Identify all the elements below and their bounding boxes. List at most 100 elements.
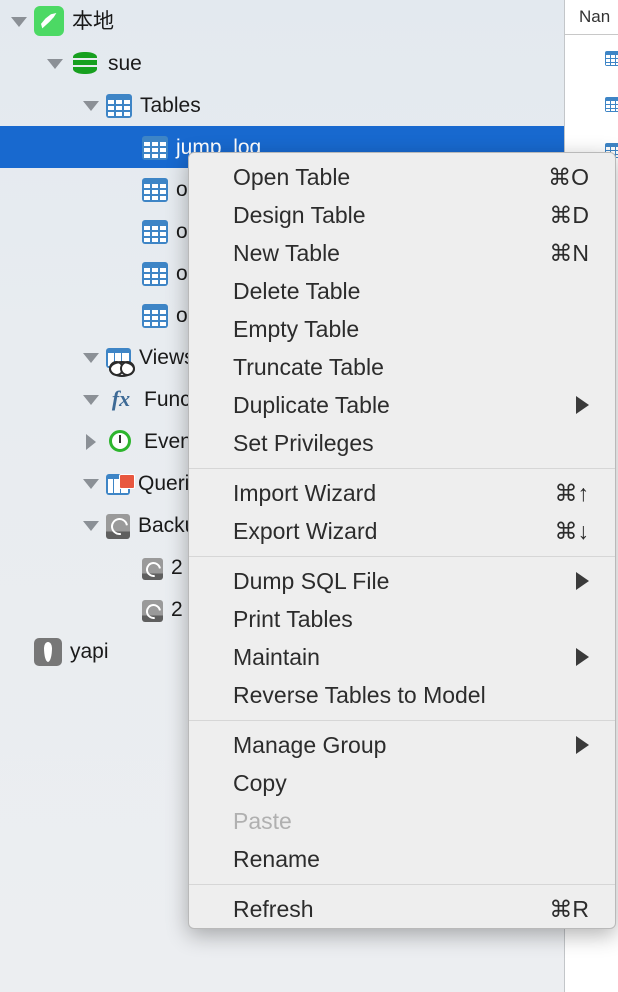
disclosure-triangle-open-icon[interactable] — [80, 94, 102, 116]
menu-item-label: Rename — [233, 840, 593, 878]
disclosure-spacer — [116, 178, 138, 200]
glasses-lens-icon — [109, 361, 124, 376]
menu-item-export-wizard[interactable]: Export Wizard⌘↓ — [189, 512, 615, 550]
disclosure-spacer — [116, 262, 138, 284]
table-icon — [142, 262, 168, 286]
backups-icon — [106, 514, 130, 539]
queries-icon — [106, 474, 130, 495]
menu-item-shortcut: ⌘D — [549, 196, 593, 234]
disclosure-triangle-closed-icon[interactable] — [80, 430, 102, 452]
menu-item-refresh[interactable]: Refresh⌘R — [189, 890, 615, 928]
sidebar-item-label: 2 — [171, 557, 183, 578]
menu-item-shortcut: ⌘↓ — [555, 512, 594, 550]
menu-item-label: Empty Table — [233, 310, 593, 348]
submenu-arrow-icon — [576, 736, 589, 754]
menu-item-label: Copy — [233, 764, 593, 802]
menu-item-label: Manage Group — [233, 726, 576, 764]
sidebar-item-label: o — [176, 305, 188, 326]
disclosure-spacer — [116, 304, 138, 326]
sidebar-item-label: sue — [108, 53, 142, 74]
menu-item-truncate-table[interactable]: Truncate Table — [189, 348, 615, 386]
table-row[interactable] — [565, 81, 618, 127]
disclosure-spacer — [116, 136, 138, 158]
submenu-arrow-icon — [576, 648, 589, 666]
sidebar-item-local-connection[interactable]: 本地 — [0, 0, 564, 42]
menu-item-empty-table[interactable]: Empty Table — [189, 310, 615, 348]
backup-item-icon — [142, 600, 163, 622]
menu-item-rename[interactable]: Rename — [189, 840, 615, 878]
menu-item-label: Design Table — [233, 196, 549, 234]
menu-item-new-table[interactable]: New Table⌘N — [189, 234, 615, 272]
menu-separator — [189, 468, 615, 469]
menu-item-design-table[interactable]: Design Table⌘D — [189, 196, 615, 234]
menu-item-label: Import Wizard — [233, 474, 555, 512]
column-header-name[interactable]: Nan — [565, 0, 618, 35]
menu-item-label: Open Table — [233, 158, 548, 196]
events-clock-icon — [106, 426, 136, 456]
menu-item-label: Refresh — [233, 890, 549, 928]
menu-item-paste: Paste — [189, 802, 615, 840]
sidebar-item-label: o — [176, 179, 188, 200]
functions-fx-icon: fx — [106, 384, 136, 414]
sidebar-item-label: o — [176, 263, 188, 284]
disclosure-triangle-open-icon[interactable] — [80, 346, 102, 368]
menu-item-shortcut: ⌘O — [548, 158, 593, 196]
disclosure-triangle-open-icon[interactable] — [80, 514, 102, 536]
backup-item-icon — [142, 558, 163, 580]
menu-item-label: Dump SQL File — [233, 562, 576, 600]
menu-item-set-privileges[interactable]: Set Privileges — [189, 424, 615, 462]
menu-item-print-tables[interactable]: Print Tables — [189, 600, 615, 638]
table-icon — [142, 178, 168, 202]
menu-item-label: New Table — [233, 234, 549, 272]
sidebar-item-label: yapi — [70, 641, 109, 662]
menu-item-shortcut: ⌘↑ — [555, 474, 594, 512]
menu-separator — [189, 720, 615, 721]
views-icon — [106, 348, 131, 368]
menu-item-reverse-tables-to-model[interactable]: Reverse Tables to Model — [189, 676, 615, 714]
table-icon — [142, 220, 168, 244]
tables-folder-icon — [106, 94, 132, 118]
disclosure-spacer — [116, 220, 138, 242]
menu-item-copy[interactable]: Copy — [189, 764, 615, 802]
menu-item-label: Duplicate Table — [233, 386, 576, 424]
menu-item-import-wizard[interactable]: Import Wizard⌘↑ — [189, 474, 615, 512]
menu-item-shortcut: ⌘R — [549, 890, 593, 928]
sidebar-item-label: Tables — [140, 95, 201, 116]
menu-item-label: Print Tables — [233, 600, 593, 638]
disclosure-triangle-open-icon[interactable] — [80, 472, 102, 494]
menu-item-duplicate-table[interactable]: Duplicate Table — [189, 386, 615, 424]
table-icon — [142, 304, 168, 328]
disclosure-spacer — [116, 598, 138, 620]
menu-item-maintain[interactable]: Maintain — [189, 638, 615, 676]
table-row[interactable] — [565, 35, 618, 81]
sidebar-item-label: 本地 — [72, 11, 114, 32]
submenu-arrow-icon — [576, 396, 589, 414]
menu-item-label: Delete Table — [233, 272, 593, 310]
sidebar-item-label: 2 — [171, 599, 183, 620]
sidebar-item-database-sue[interactable]: sue — [0, 42, 564, 84]
sidebar-item-tables[interactable]: Tables — [0, 84, 564, 126]
table-icon — [142, 136, 168, 160]
submenu-arrow-icon — [576, 572, 589, 590]
menu-item-delete-table[interactable]: Delete Table — [189, 272, 615, 310]
disclosure-spacer — [8, 640, 30, 662]
menu-separator — [189, 884, 615, 885]
table-context-menu: Open Table⌘ODesign Table⌘DNew Table⌘NDel… — [188, 152, 616, 929]
menu-item-manage-group[interactable]: Manage Group — [189, 726, 615, 764]
table-icon — [605, 51, 618, 66]
mongodb-connection-icon — [34, 638, 62, 666]
menu-item-label: Maintain — [233, 638, 576, 676]
menu-item-label: Truncate Table — [233, 348, 593, 386]
menu-item-shortcut: ⌘N — [549, 234, 593, 272]
disclosure-triangle-open-icon[interactable] — [80, 388, 102, 410]
glasses-lens-icon — [120, 361, 135, 376]
menu-item-label: Set Privileges — [233, 424, 593, 462]
sidebar-item-label: o — [176, 221, 188, 242]
disclosure-triangle-open-icon[interactable] — [8, 10, 30, 32]
menu-item-dump-sql-file[interactable]: Dump SQL File — [189, 562, 615, 600]
menu-item-open-table[interactable]: Open Table⌘O — [189, 158, 615, 196]
disclosure-spacer — [116, 556, 138, 578]
navicat-connection-icon — [34, 6, 64, 36]
menu-item-label: Export Wizard — [233, 512, 555, 550]
disclosure-triangle-open-icon[interactable] — [44, 52, 66, 74]
